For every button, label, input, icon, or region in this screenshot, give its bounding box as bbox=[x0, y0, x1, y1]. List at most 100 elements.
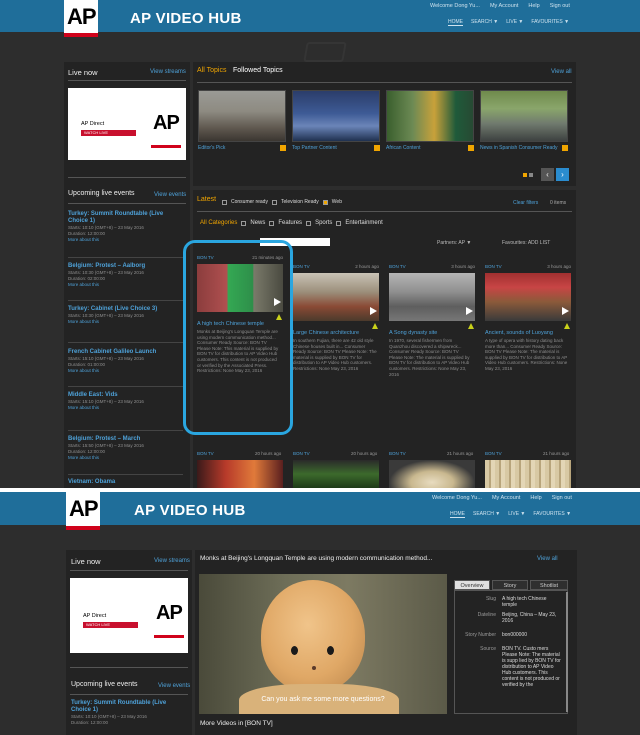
play-icon[interactable] bbox=[466, 307, 473, 315]
clear-filters-link[interactable]: Clear filters bbox=[513, 200, 538, 206]
news-checkbox[interactable] bbox=[241, 220, 247, 226]
topic-thumbnail[interactable] bbox=[386, 90, 474, 142]
sign-out-link[interactable]: Sign out bbox=[552, 495, 572, 501]
card-thumbnail[interactable] bbox=[293, 460, 379, 488]
nav-live[interactable]: LIVE ▼ bbox=[508, 511, 525, 518]
features-checkbox[interactable] bbox=[269, 220, 275, 226]
card-title[interactable]: Ancient, sounds of Luoyang bbox=[485, 330, 569, 336]
event-title[interactable]: Belgium: Protest – Aalborg bbox=[68, 263, 183, 270]
watch-live-button[interactable]: WATCH LIVE bbox=[83, 622, 138, 628]
favourite-star-icon[interactable] bbox=[374, 145, 380, 151]
nav-live[interactable]: LIVE ▼ bbox=[506, 19, 523, 26]
event-title[interactable]: Turkey: Summit Roundtable (Live Choice 1… bbox=[71, 700, 186, 714]
topic-thumbnail[interactable] bbox=[198, 90, 286, 142]
carousel-next-button[interactable]: › bbox=[556, 168, 569, 181]
event-more-link[interactable]: More about this bbox=[68, 319, 183, 325]
nav-search[interactable]: SEARCH ▼ bbox=[471, 19, 498, 26]
carousel-dot[interactable] bbox=[529, 173, 533, 177]
card-source[interactable]: BON TV bbox=[293, 451, 310, 456]
view-events-link[interactable]: View events bbox=[154, 192, 186, 198]
play-icon[interactable] bbox=[370, 307, 377, 315]
carousel-dot[interactable] bbox=[523, 173, 527, 177]
live-stream-tile[interactable]: AP Direct WATCH LIVE AP bbox=[70, 578, 188, 653]
event-title[interactable]: Vietnam: Obama bbox=[68, 479, 183, 486]
card-title[interactable]: A Song dynasty site bbox=[389, 330, 473, 336]
live-stream-tile[interactable]: AP Direct WATCH LIVE AP bbox=[68, 88, 186, 160]
view-streams-link[interactable]: View streams bbox=[154, 558, 190, 564]
watch-live-button[interactable]: WATCH LIVE bbox=[81, 130, 136, 136]
tab-all-topics[interactable]: All Topics bbox=[197, 67, 226, 74]
nav-home[interactable]: HOME bbox=[448, 19, 463, 26]
event-item[interactable]: Belgium: Protest – Aalborg Starts: 10:30… bbox=[68, 263, 183, 288]
event-title[interactable]: Turkey: Summit Roundtable (Live Choice 1… bbox=[68, 211, 183, 225]
video-player[interactable]: Can you ask me some more questions? bbox=[199, 574, 447, 714]
sports-checkbox[interactable] bbox=[306, 220, 312, 226]
category-all[interactable]: All Categories bbox=[200, 220, 237, 226]
web-checkbox[interactable] bbox=[322, 199, 328, 205]
card-thumbnail[interactable] bbox=[293, 273, 379, 321]
event-item[interactable]: French Cabinet Galileo Launch Starts: 15… bbox=[68, 349, 183, 374]
help-link[interactable]: Help bbox=[530, 495, 541, 501]
favourite-star-icon[interactable] bbox=[468, 145, 474, 151]
event-title[interactable]: Turkey: Cabinet (Live Choice 3) bbox=[68, 306, 183, 313]
sign-out-link[interactable]: Sign out bbox=[550, 3, 570, 9]
event-title[interactable]: French Cabinet Galileo Launch bbox=[68, 349, 183, 356]
event-more-link[interactable]: More about this bbox=[68, 368, 183, 374]
card-source[interactable]: BON TV bbox=[389, 264, 406, 269]
topic-caption[interactable]: Editor's Pick bbox=[198, 145, 225, 151]
carousel-prev-button[interactable]: ‹ bbox=[541, 168, 554, 181]
event-item[interactable]: Turkey: Summit Roundtable (Live Choice 1… bbox=[71, 700, 186, 726]
card-source[interactable]: BON TV bbox=[293, 264, 310, 269]
topic-caption[interactable]: African Content bbox=[386, 145, 420, 151]
tab-story[interactable]: Story bbox=[492, 580, 528, 590]
my-account-link[interactable]: My Account bbox=[492, 495, 520, 501]
ap-logo[interactable]: AP bbox=[66, 492, 100, 530]
card-source[interactable]: BON TV bbox=[389, 451, 406, 456]
help-link[interactable]: Help bbox=[528, 3, 539, 9]
card-source[interactable]: BON TV bbox=[485, 264, 502, 269]
card-thumbnail[interactable] bbox=[389, 273, 475, 321]
entertainment-checkbox[interactable] bbox=[336, 220, 342, 226]
favourite-star-icon[interactable] bbox=[280, 145, 286, 151]
view-all-topics-link[interactable]: View all bbox=[551, 69, 572, 75]
event-title[interactable]: Belgium: Protest – March bbox=[68, 436, 183, 443]
tab-followed-topics[interactable]: Followed Topics bbox=[233, 67, 283, 74]
card-title[interactable]: Large Chinese architecture bbox=[293, 330, 377, 336]
card-thumbnail[interactable] bbox=[485, 460, 571, 488]
event-item[interactable]: Vietnam: Obama bbox=[68, 479, 183, 486]
ap-logo[interactable]: AP bbox=[64, 0, 98, 37]
event-more-link[interactable]: More about this bbox=[68, 455, 183, 461]
tab-shotlist[interactable]: Shotlist bbox=[530, 580, 568, 590]
card-thumbnail[interactable] bbox=[485, 273, 571, 321]
view-streams-link[interactable]: View streams bbox=[150, 69, 186, 75]
event-item[interactable]: Turkey: Summit Roundtable (Live Choice 1… bbox=[68, 211, 183, 243]
nav-home[interactable]: HOME bbox=[450, 511, 465, 518]
view-events-link[interactable]: View events bbox=[158, 683, 190, 689]
topic-caption[interactable]: News in Spanish Consumer Ready bbox=[480, 145, 560, 151]
card-source[interactable]: BON TV bbox=[485, 451, 502, 456]
topic-thumbnail[interactable] bbox=[480, 90, 568, 142]
scrollbar[interactable] bbox=[566, 592, 568, 712]
tab-overview[interactable]: Overview bbox=[454, 580, 490, 590]
consumer-ready-checkbox[interactable] bbox=[222, 199, 227, 205]
topic-caption[interactable]: Top Partner Content bbox=[292, 145, 337, 151]
event-more-link[interactable]: More about this bbox=[68, 237, 183, 243]
event-item[interactable]: Belgium: Protest – March Starts: 15:50 (… bbox=[68, 436, 183, 461]
event-item[interactable]: Turkey: Cabinet (Live Choice 3) Starts: … bbox=[68, 306, 183, 325]
card-thumbnail[interactable] bbox=[197, 460, 283, 488]
view-all-link[interactable]: View all bbox=[537, 556, 558, 562]
event-title[interactable]: Middle East: Vids bbox=[68, 392, 183, 399]
play-icon[interactable] bbox=[562, 307, 569, 315]
television-ready-checkbox[interactable] bbox=[271, 199, 277, 205]
card-source[interactable]: BON TV bbox=[197, 451, 214, 456]
nav-search[interactable]: SEARCH ▼ bbox=[473, 511, 500, 518]
nav-favourites[interactable]: FAVOURITES ▼ bbox=[533, 511, 571, 518]
event-more-link[interactable]: More about this bbox=[68, 282, 183, 288]
partners-filter[interactable]: Partners: AP ▼ bbox=[437, 240, 471, 246]
favourite-star-icon[interactable] bbox=[562, 145, 568, 151]
topic-thumbnail[interactable] bbox=[292, 90, 380, 142]
event-item[interactable]: Middle East: Vids Starts: 15:10 (GMT+8) … bbox=[68, 392, 183, 411]
card-thumbnail[interactable] bbox=[389, 460, 475, 488]
nav-favourites[interactable]: FAVOURITES ▼ bbox=[531, 19, 569, 26]
my-account-link[interactable]: My Account bbox=[490, 3, 518, 9]
